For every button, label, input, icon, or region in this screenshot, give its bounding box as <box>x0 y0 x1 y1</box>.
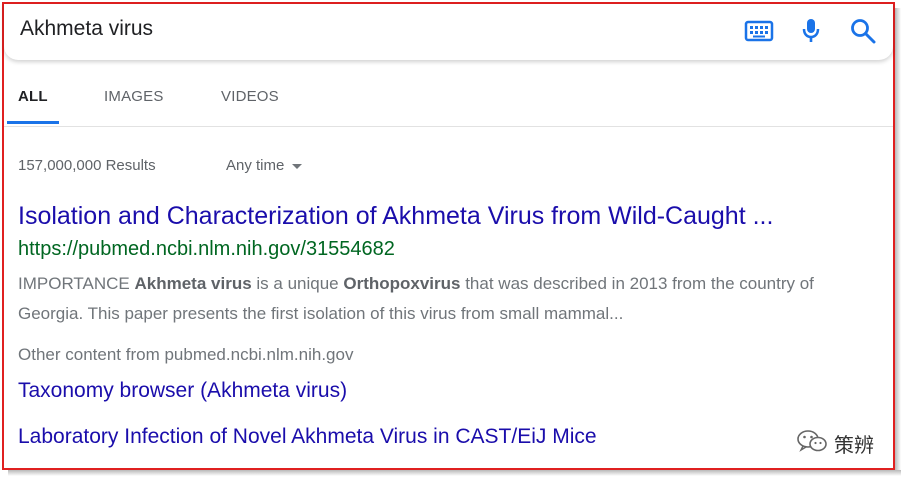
result-url[interactable]: https://pubmed.ncbi.nlm.nih.gov/31554682 <box>18 238 395 261</box>
other-content-heading: Other content from pubmed.ncbi.nlm.nih.g… <box>18 345 354 364</box>
tab-all[interactable]: ALL <box>18 88 48 105</box>
frame-shadow-bottom <box>8 470 901 476</box>
result-title-link[interactable]: Isolation and Characterization of Akhmet… <box>18 202 773 231</box>
keyboard-icon[interactable] <box>742 14 776 48</box>
tab-images[interactable]: IMAGES <box>104 88 164 105</box>
caret-down-icon <box>292 164 303 169</box>
tab-videos[interactable]: VIDEOS <box>221 88 279 105</box>
result-snippet: IMPORTANCE Akhmeta virus is a unique Ort… <box>18 269 838 329</box>
snippet-text-1: IMPORTANCE <box>18 274 135 293</box>
watermark: 策辨 <box>796 428 874 459</box>
time-filter-dropdown[interactable]: Any time <box>226 157 303 174</box>
search-input[interactable]: Akhmeta virus <box>20 17 153 41</box>
microphone-icon[interactable] <box>794 14 828 48</box>
related-link-taxonomy[interactable]: Taxonomy browser (Akhmeta virus) <box>18 379 347 403</box>
watermark-text: 策辨 <box>834 433 874 457</box>
frame-shadow-right <box>895 8 901 472</box>
active-tab-indicator <box>7 121 59 124</box>
search-tabs: ALL IMAGES VIDEOS <box>4 62 893 127</box>
snippet-bold-1: Akhmeta virus <box>134 274 252 293</box>
search-icon[interactable] <box>846 14 880 48</box>
related-link-lab-infection[interactable]: Laboratory Infection of Novel Akhmeta Vi… <box>18 425 597 449</box>
results-count: 157,000,000 Results <box>18 157 156 174</box>
search-bar[interactable]: Akhmeta virus <box>4 4 893 60</box>
snippet-text-2: is a unique <box>251 274 344 293</box>
snippet-bold-2: Orthopoxvirus <box>343 274 461 293</box>
wechat-icon <box>796 428 828 459</box>
time-filter-label: Any time <box>226 157 285 174</box>
